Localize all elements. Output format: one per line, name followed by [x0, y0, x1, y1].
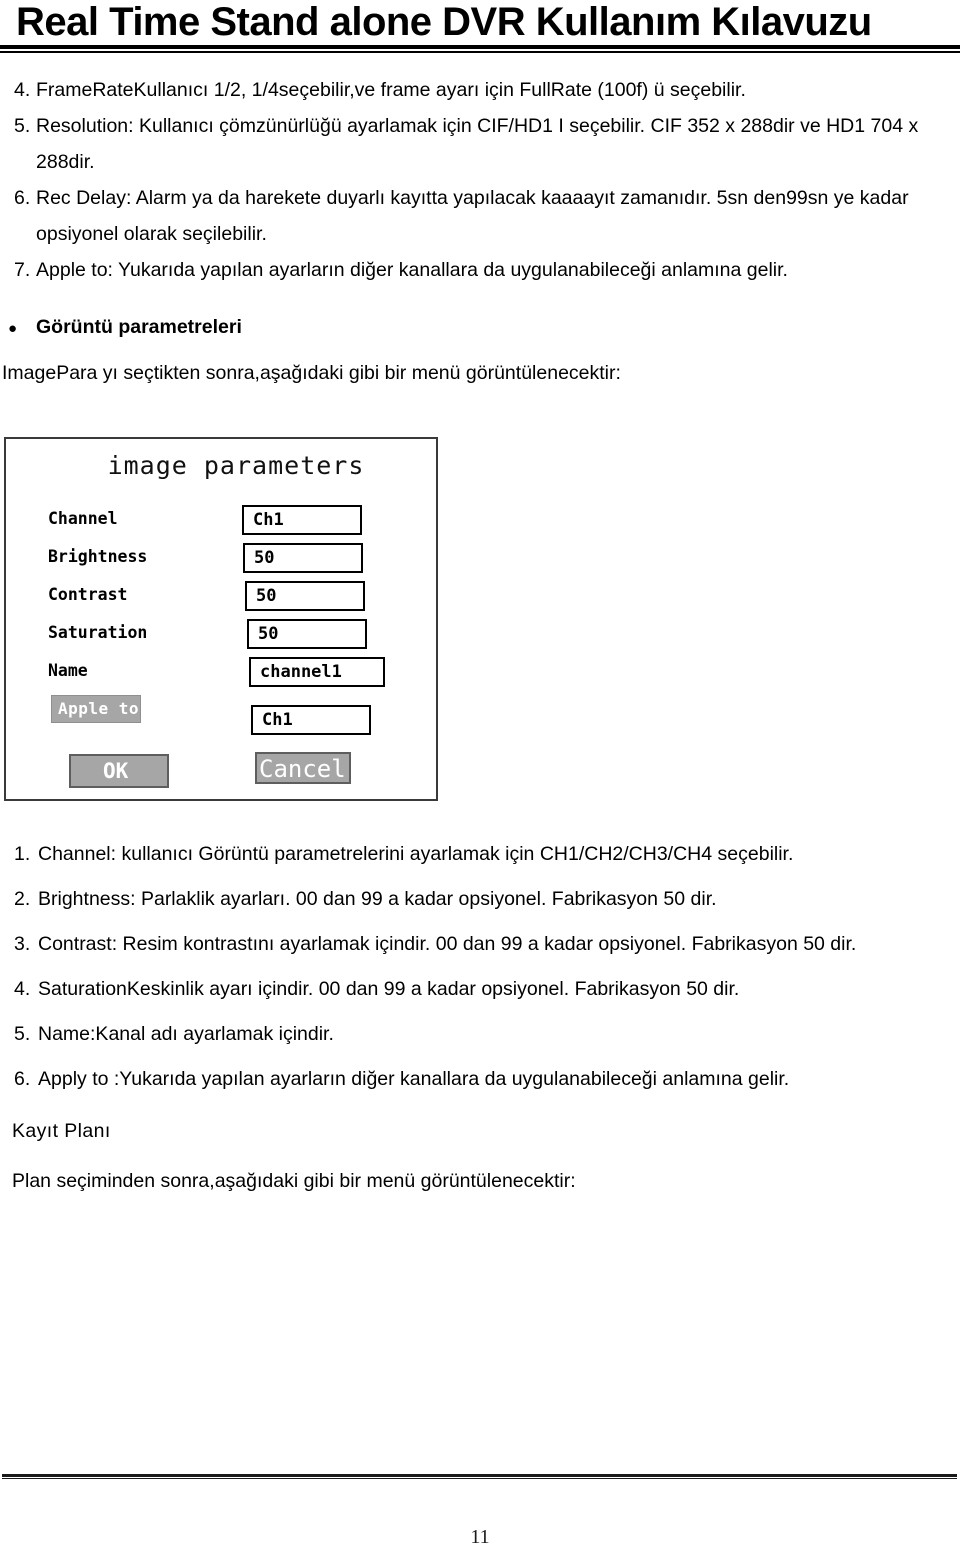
list-item-number: 6. — [14, 187, 31, 209]
list-item: 6. Apply to :Yukarıda yapılan ayarların … — [0, 1057, 960, 1102]
list-item-text: Name:Kanal adı ayarlamak içindir. — [38, 1023, 334, 1045]
list-item-text: Rec Delay: Alarm ya da harekete duyarlı … — [36, 187, 909, 245]
list-item-number: 1. — [14, 843, 31, 865]
explanation-section: 1. Channel: kullanıcı Görüntü parametrel… — [0, 832, 960, 1198]
name-input-field[interactable]: channel1 — [249, 657, 385, 687]
dialog-row-channel: Channel — [6, 505, 436, 543]
dialog-label-brightness: Brightness — [48, 547, 148, 566]
dialog-row-saturation: Saturation — [6, 619, 436, 657]
list-item: 7. Apple to: Yukarıda yapılan ayarların … — [0, 252, 960, 288]
cancel-button[interactable]: Cancel — [255, 752, 351, 784]
list-item-number: 4. — [14, 978, 31, 1000]
apple-to-button-label: Apple to — [58, 699, 140, 718]
list-item-number: 6. — [14, 1068, 31, 1090]
list-item: 1. Channel: kullanıcı Görüntü parametrel… — [0, 832, 960, 877]
list-item: 4. FrameRateKullanıcı 1/2, 1/4seçebilir,… — [0, 72, 960, 108]
list-item-text: Apply to :Yukarıda yapılan ayarların diğ… — [38, 1068, 790, 1090]
apple-to-button[interactable]: Apple to — [51, 695, 141, 723]
dialog-label-name: Name — [48, 661, 88, 680]
header-rule-thin — [0, 51, 960, 53]
dialog-label-contrast: Contrast — [48, 585, 128, 604]
list-item-number: 5. — [14, 1023, 31, 1045]
section-heading-label: Görüntü parametreleri — [36, 316, 242, 338]
apply-to-channel-value: Ch1 — [262, 710, 293, 730]
brightness-input-field[interactable]: 50 — [243, 543, 363, 573]
list-item-text: Contrast: Resim kontrastını ayarlamak iç… — [38, 933, 857, 955]
list-item: 3. Contrast: Resim kontrastını ayarlamak… — [0, 922, 960, 967]
name-value: channel1 — [260, 662, 342, 682]
dialog-row-contrast: Contrast — [6, 581, 436, 619]
page-header: Real Time Stand alone DVR Kullanım Kılav… — [0, 0, 960, 53]
ok-button-label: OK — [103, 759, 129, 783]
list-item: 5. Resolution: Kullanıcı çömzünürlüğü ay… — [0, 108, 960, 180]
list-item-text: Apple to: Yukarıda yapılan ayarların diğ… — [36, 259, 788, 281]
image-parameters-dialog: image parameters Channel Brightness Cont… — [4, 437, 438, 801]
dialog-label-channel: Channel — [48, 509, 118, 528]
list-item: 2. Brightness: Parlaklik ayarları. 00 da… — [0, 877, 960, 922]
list-item-text: Brightness: Parlaklik ayarları. 00 dan 9… — [38, 888, 717, 910]
brightness-value: 50 — [254, 548, 275, 568]
header-rule-thick — [0, 45, 960, 49]
dialog-row-brightness: Brightness — [6, 543, 436, 581]
document-title: Real Time Stand alone DVR Kullanım Kılav… — [16, 0, 872, 44]
kayit-plani-paragraph: Plan seçiminden sonra,aşağıdaki gibi bir… — [12, 1170, 576, 1192]
footer-rule-thick — [2, 1474, 957, 1477]
intro-paragraph: ImagePara yı seçtikten sonra,aşağıdaki g… — [2, 362, 621, 384]
list-item-number: 7. — [14, 259, 31, 281]
list-item-text: FrameRateKullanıcı 1/2, 1/4seçebilir,ve … — [36, 79, 746, 101]
channel-select-field[interactable]: Ch1 — [242, 505, 362, 535]
cancel-button-label: Cancel — [259, 755, 346, 783]
contrast-value: 50 — [256, 586, 277, 606]
list-item-number: 5. — [14, 115, 31, 137]
apply-to-channel-field[interactable]: Ch1 — [251, 705, 371, 735]
list-item: 4. SaturationKeskinlik ayarı içindir. 00… — [0, 967, 960, 1012]
contrast-input-field[interactable]: 50 — [245, 581, 365, 611]
kayit-plani-heading: Kayıt Planı — [12, 1120, 111, 1142]
list-item: 6. Rec Delay: Alarm ya da harekete duyar… — [0, 180, 960, 252]
page-number: 11 — [470, 1526, 490, 1548]
manual-numbered-list: 4. FrameRateKullanıcı 1/2, 1/4seçebilir,… — [0, 72, 960, 288]
list-item-number: 3. — [14, 933, 31, 955]
dialog-title: image parameters — [107, 451, 365, 480]
saturation-value: 50 — [258, 624, 279, 644]
saturation-input-field[interactable]: 50 — [247, 619, 367, 649]
list-item-number: 4. — [14, 79, 31, 101]
dialog-rows: Channel Brightness Contrast Saturation N… — [6, 505, 436, 735]
bullet-dot-icon: ● — [8, 320, 18, 337]
dialog-label-saturation: Saturation — [48, 623, 148, 642]
ok-button[interactable]: OK — [69, 754, 169, 788]
list-item-text: Resolution: Kullanıcı çömzünürlüğü ayarl… — [36, 115, 919, 173]
footer-rule-thin — [2, 1478, 957, 1479]
list-item-text: Channel: kullanıcı Görüntü parametreleri… — [38, 843, 794, 865]
main-content: 4. FrameRateKullanıcı 1/2, 1/4seçebilir,… — [0, 72, 960, 390]
list-item-number: 2. — [14, 888, 31, 910]
list-item: 5. Name:Kanal adı ayarlamak içindir. — [0, 1012, 960, 1057]
section-bullet-heading: ● Görüntü parametreleri — [0, 310, 960, 346]
explanation-numbered-list: 1. Channel: kullanıcı Görüntü parametrel… — [0, 832, 960, 1102]
list-item-text: SaturationKeskinlik ayarı içindir. 00 da… — [38, 978, 740, 1000]
channel-value: Ch1 — [253, 510, 284, 530]
